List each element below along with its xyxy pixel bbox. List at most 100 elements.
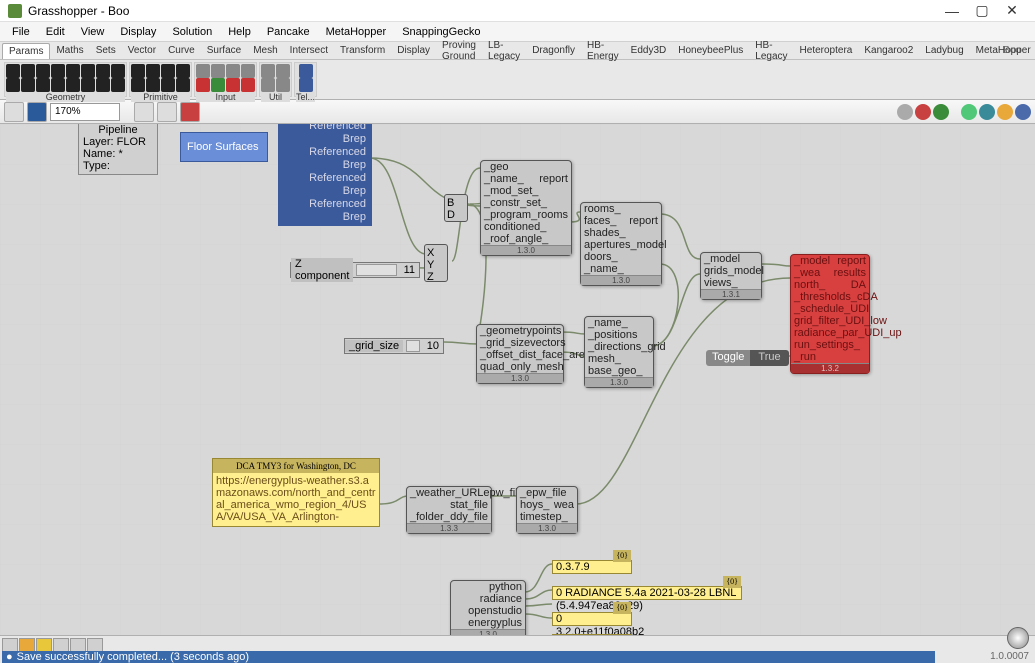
tab-sets[interactable]: Sets bbox=[90, 43, 122, 58]
z-component-slider[interactable]: Z component 11 bbox=[290, 262, 420, 278]
grid-size-slider[interactable]: _grid_size 10 bbox=[344, 338, 444, 354]
tab-eddy3d[interactable]: Eddy3D bbox=[625, 43, 673, 58]
param-icon[interactable] bbox=[176, 78, 190, 92]
tab-honeybeeplus[interactable]: HoneybeePlus bbox=[672, 43, 749, 58]
hb-room-component[interactable]: _geo _name_report _mod_set_ _constr_set_… bbox=[480, 160, 572, 256]
param-icon[interactable] bbox=[131, 78, 145, 92]
param-icon[interactable] bbox=[261, 78, 275, 92]
tab-hblegacy[interactable]: HB-Legacy bbox=[749, 38, 793, 64]
navigation-knob[interactable] bbox=[1007, 627, 1029, 649]
tab-heteroptera[interactable]: Heteroptera bbox=[794, 43, 859, 58]
panel-radiance-version[interactable]: {0}0 RADIANCE 5.4a 2021-03-28 LBNL (5.4.… bbox=[552, 586, 742, 600]
panel-openstudio-version[interactable]: {0}0 3.2.0+e11f0a08b2 bbox=[552, 612, 632, 626]
sensor-grid-component[interactable]: _geometrypoints _grid_sizevectors _offse… bbox=[476, 324, 564, 384]
tab-dragonfly[interactable]: Dragonfly bbox=[526, 43, 581, 58]
vector-component[interactable]: XYZ bbox=[424, 244, 448, 282]
zoomfit-button[interactable] bbox=[134, 102, 154, 122]
move-component[interactable]: BD bbox=[444, 194, 468, 222]
tab-ladybug[interactable]: Ladybug bbox=[919, 43, 969, 58]
tab-hbenergy[interactable]: HB-Energy bbox=[581, 38, 625, 64]
param-icon[interactable] bbox=[146, 78, 160, 92]
display-mode-icon[interactable] bbox=[997, 104, 1013, 120]
tab-mesh[interactable]: Mesh bbox=[247, 43, 283, 58]
open-button[interactable] bbox=[4, 102, 24, 122]
tab-display[interactable]: Display bbox=[391, 43, 436, 58]
preview-button[interactable] bbox=[157, 102, 177, 122]
param-icon[interactable] bbox=[21, 64, 35, 78]
display-mode-icon[interactable] bbox=[961, 104, 977, 120]
menu-file[interactable]: File bbox=[4, 24, 38, 40]
param-icon[interactable] bbox=[66, 78, 80, 92]
menu-solution[interactable]: Solution bbox=[164, 24, 220, 40]
param-icon[interactable] bbox=[6, 64, 20, 78]
param-icon[interactable] bbox=[226, 64, 240, 78]
tab-provingground[interactable]: Proving Ground bbox=[436, 38, 482, 64]
tab-params[interactable]: Params bbox=[2, 43, 50, 59]
close-button[interactable]: ✕ bbox=[997, 0, 1027, 22]
panel-python-version[interactable]: {0}0.3.7.9 bbox=[552, 560, 632, 574]
save-button[interactable] bbox=[27, 102, 47, 122]
param-icon[interactable] bbox=[21, 78, 35, 92]
menu-help[interactable]: Help bbox=[220, 24, 259, 40]
param-icon[interactable] bbox=[161, 78, 175, 92]
param-icon[interactable] bbox=[276, 78, 290, 92]
param-icon[interactable] bbox=[161, 64, 175, 78]
tab-maths[interactable]: Maths bbox=[50, 43, 89, 58]
param-icon[interactable] bbox=[211, 78, 225, 92]
param-icon[interactable] bbox=[299, 64, 313, 78]
param-icon[interactable] bbox=[81, 64, 95, 78]
boolean-toggle[interactable]: Toggle True bbox=[706, 350, 789, 366]
maximize-button[interactable]: ▢ bbox=[967, 0, 997, 22]
tab-lblegacy[interactable]: LB-Legacy bbox=[482, 38, 526, 64]
param-icon[interactable] bbox=[96, 78, 110, 92]
param-icon[interactable] bbox=[176, 64, 190, 78]
param-icon[interactable] bbox=[96, 64, 110, 78]
param-icon[interactable] bbox=[241, 78, 255, 92]
param-icon[interactable] bbox=[51, 78, 65, 92]
param-icon[interactable] bbox=[36, 78, 50, 92]
minimize-button[interactable]: — bbox=[937, 0, 967, 22]
epw-url-panel[interactable]: DCA TMY3 for Washington, DC https://ener… bbox=[212, 458, 380, 527]
param-icon[interactable] bbox=[146, 64, 160, 78]
param-icon[interactable] bbox=[111, 78, 125, 92]
tab-surface[interactable]: Surface bbox=[201, 43, 247, 58]
param-icon[interactable] bbox=[51, 64, 65, 78]
param-icon[interactable] bbox=[261, 64, 275, 78]
wea-component[interactable]: _epw_file hoys_wea timestep_ 1.3.0 bbox=[516, 486, 578, 534]
param-icon[interactable] bbox=[211, 64, 225, 78]
tab-intersect[interactable]: Intersect bbox=[284, 43, 334, 58]
canvas[interactable]: Pipeline Layer: FLOR Name: * Type: Floor… bbox=[0, 124, 1035, 635]
param-icon[interactable] bbox=[111, 64, 125, 78]
menu-view[interactable]: View bbox=[73, 24, 113, 40]
display-mode-icon[interactable] bbox=[979, 104, 995, 120]
menu-metahopper[interactable]: MetaHopper bbox=[318, 24, 395, 40]
tab-vector[interactable]: Vector bbox=[122, 43, 162, 58]
hb-sensor-grid-component[interactable]: _name_ _positions _directions_grid mesh_… bbox=[584, 316, 654, 388]
param-icon[interactable] bbox=[241, 64, 255, 78]
floor-surfaces-component[interactable]: Floor Surfaces bbox=[180, 132, 268, 162]
versions-component[interactable]: python radiance openstudio energyplus 1.… bbox=[450, 580, 526, 635]
param-icon[interactable] bbox=[66, 64, 80, 78]
tab-curve[interactable]: Curve bbox=[162, 43, 201, 58]
param-icon[interactable] bbox=[36, 64, 50, 78]
epw-download-component[interactable]: _weather_URLepw_file stat_file _folder_d… bbox=[406, 486, 492, 534]
hb-radiance-model-component[interactable]: _model grids_model views_ 1.3.1 bbox=[700, 252, 762, 300]
menu-pancake[interactable]: Pancake bbox=[259, 24, 318, 40]
tab-transform[interactable]: Transform bbox=[334, 43, 391, 58]
param-icon[interactable] bbox=[276, 64, 290, 78]
display-mode-icon[interactable] bbox=[933, 104, 949, 120]
display-mode-icon[interactable] bbox=[897, 104, 913, 120]
display-mode-icon[interactable] bbox=[1015, 104, 1031, 120]
param-icon[interactable] bbox=[81, 78, 95, 92]
param-icon[interactable] bbox=[299, 78, 313, 92]
display-mode-icon[interactable] bbox=[915, 104, 931, 120]
param-icon[interactable] bbox=[196, 78, 210, 92]
menu-display[interactable]: Display bbox=[112, 24, 164, 40]
param-icon[interactable] bbox=[226, 78, 240, 92]
pipeline-component[interactable]: Pipeline Layer: FLOR Name: * Type: bbox=[78, 124, 158, 175]
sketch-button[interactable] bbox=[180, 102, 200, 122]
annual-daylight-component[interactable]: _modelreport _wearesults north_DA _thres… bbox=[790, 254, 870, 374]
param-icon[interactable] bbox=[196, 64, 210, 78]
param-icon[interactable] bbox=[6, 78, 20, 92]
tab-kangaroo2[interactable]: Kangaroo2 bbox=[858, 43, 919, 58]
